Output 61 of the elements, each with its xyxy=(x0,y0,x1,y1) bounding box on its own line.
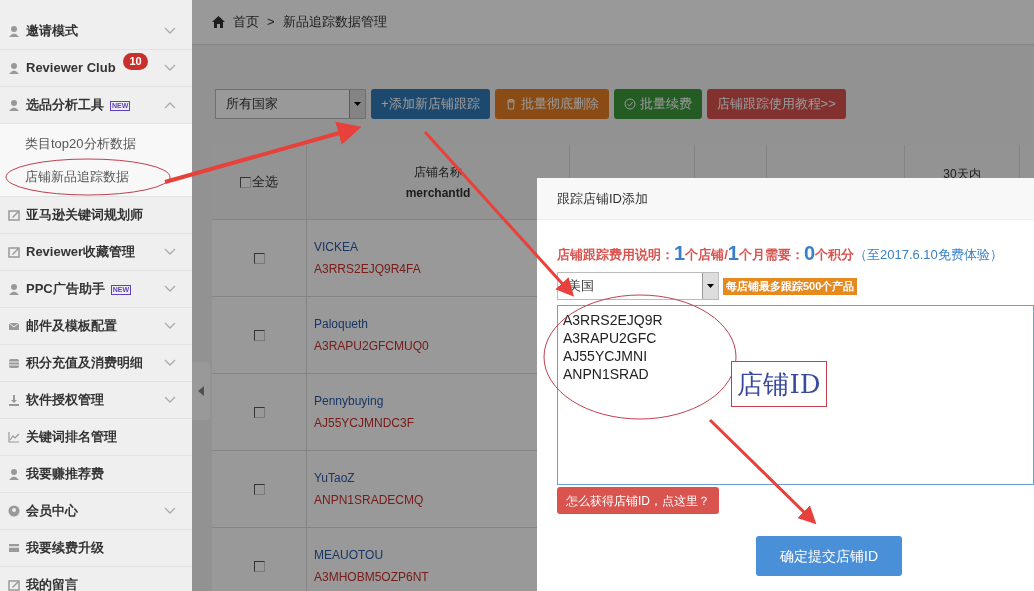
sidebar-item[interactable]: Reviewer Club 10 xyxy=(0,50,192,87)
sidebar-item-label: 选品分析工具 xyxy=(26,96,104,115)
sidebar-item-label: 积分充值及消费明细 xyxy=(26,354,143,373)
breadcrumb-current: 新品追踪数据管理 xyxy=(282,13,387,32)
caret-icon xyxy=(197,386,205,396)
sidebar-item-label: 我要赚推荐费 xyxy=(26,465,104,484)
add-button[interactable]: +添加新店铺跟踪 xyxy=(371,89,490,119)
database-icon xyxy=(8,357,20,369)
select-all-checkbox[interactable]: 全选 xyxy=(240,172,278,192)
checkbox[interactable] xyxy=(253,406,265,418)
merchant-id: ANPN1SRADECMQ xyxy=(314,492,425,509)
person-icon xyxy=(8,25,20,37)
limit-badge: 每店铺最多跟踪500个产品 xyxy=(723,277,858,295)
dialog-title: 跟踪店铺ID添加 xyxy=(537,178,1034,220)
checkbox[interactable] xyxy=(253,329,265,341)
sidebar-subitem[interactable]: 类目top20分析数据 xyxy=(0,127,192,160)
column-header: merchantId xyxy=(405,184,471,202)
sidebar-item-label: 邀请模式 xyxy=(26,22,78,41)
download-icon xyxy=(8,394,20,406)
checkbox[interactable] xyxy=(253,560,265,572)
sidebar-item-label: Reviewer收藏管理 xyxy=(26,243,136,262)
sidebar-item-label: 关键词排名管理 xyxy=(26,428,117,447)
sidebar-item-label: 软件授权管理 xyxy=(26,391,104,410)
line-chart-icon xyxy=(8,431,20,443)
merchant-id: A3MHOBM5OZP6NT xyxy=(314,569,430,586)
sidebar-item-label: Reviewer Club xyxy=(26,59,116,78)
home-icon xyxy=(212,16,225,28)
breadcrumb-separator: > xyxy=(267,13,275,32)
mail-icon xyxy=(8,320,20,332)
checkbox[interactable] xyxy=(253,252,265,264)
merchant-id: A3RRS2EJQ9R4FA xyxy=(314,261,422,278)
annotation-label: 店铺ID xyxy=(731,361,827,407)
help-button[interactable]: 怎么获得店铺ID，点这里？ xyxy=(557,487,719,514)
sidebar-item-label: 我的留言 xyxy=(26,576,78,591)
sidebar-item-label: 我要续费升级 xyxy=(26,539,104,558)
check-circle-icon xyxy=(623,98,636,110)
country-select[interactable]: 所有国家 xyxy=(215,89,366,119)
card-icon xyxy=(8,542,20,554)
person-icon xyxy=(8,99,20,111)
edit-icon xyxy=(8,579,20,591)
merchant-id: A3RAPU2GFCMUQ0 xyxy=(314,338,430,355)
collapse-tab[interactable] xyxy=(192,362,210,420)
merchant-id: AJ55YCJMNDC3F xyxy=(314,415,416,432)
checkbox[interactable] xyxy=(253,483,265,495)
person-icon xyxy=(8,468,20,480)
fee-note: 店铺跟踪费用说明：1个店铺/1个月需要：0个积分（至2017.6.10免费体验） xyxy=(556,242,1004,264)
sidebar-subitem[interactable]: 店铺新品追踪数据 xyxy=(0,160,192,193)
sidebar-item-label: 会员中心 xyxy=(26,502,78,521)
edit-icon xyxy=(8,246,20,258)
breadcrumb-link[interactable]: 首页 xyxy=(233,12,259,32)
sidebar-item-label: PPC广告助手 xyxy=(26,280,105,299)
sidebar-item-label: 亚马逊关键词规划师 xyxy=(26,206,143,225)
person-icon xyxy=(8,62,20,74)
edit-icon xyxy=(8,209,20,221)
person-icon xyxy=(8,283,20,295)
trash-icon xyxy=(504,98,517,110)
sidebar-item-label: 邮件及模板配置 xyxy=(26,317,117,336)
dropdown-arrow-icon xyxy=(707,284,714,288)
user-circle-icon xyxy=(8,505,20,517)
dropdown-arrow-icon xyxy=(354,102,361,106)
count-badge: 10 xyxy=(123,53,148,70)
